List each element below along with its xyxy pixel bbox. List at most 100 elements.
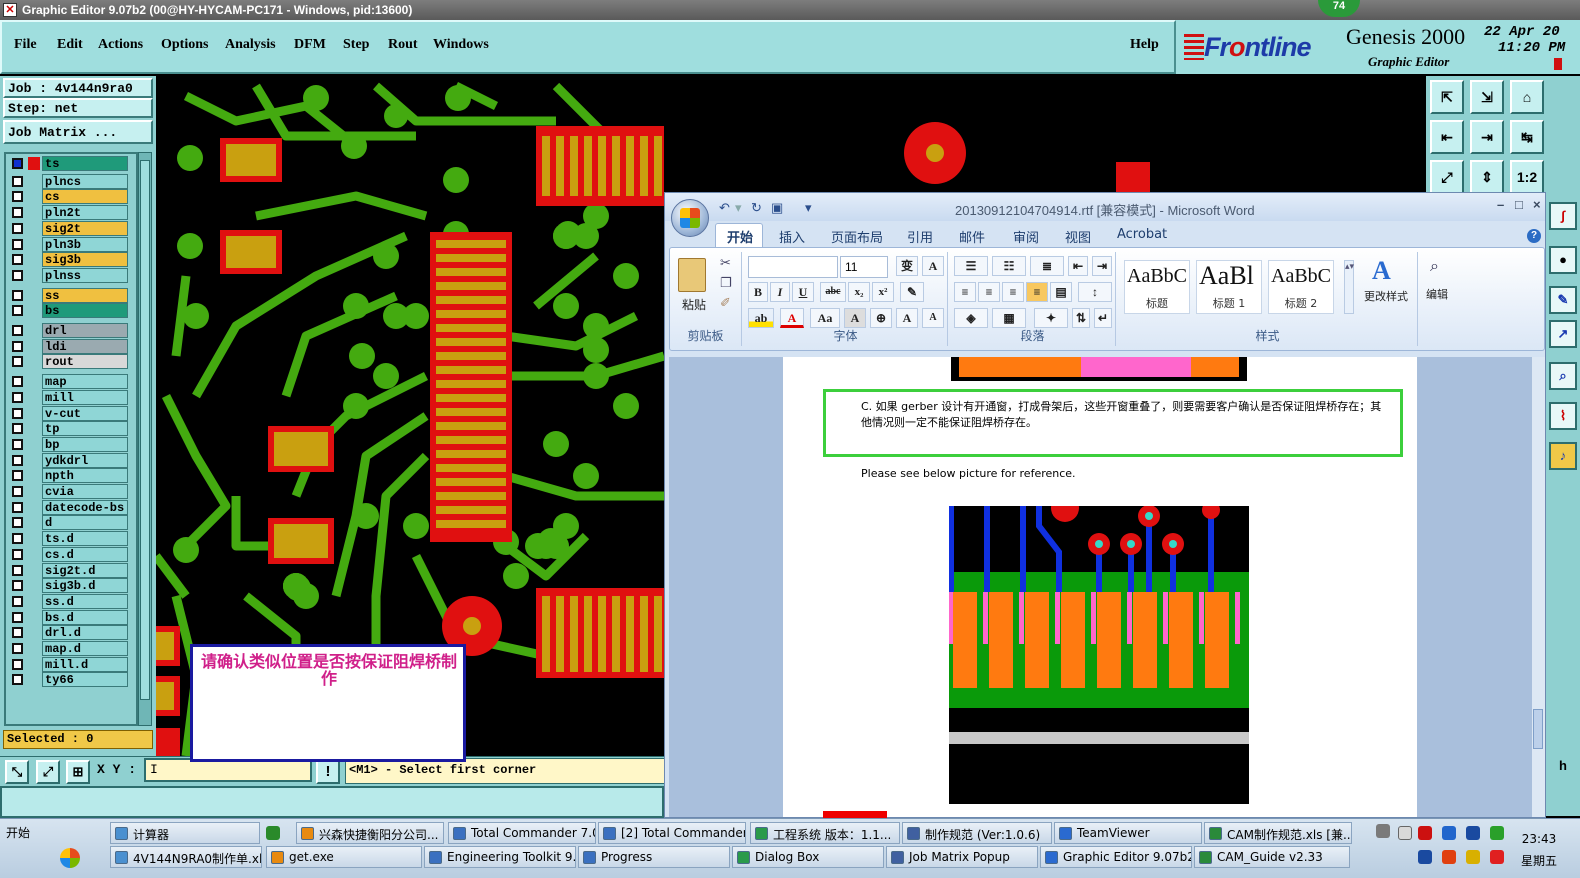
tab-0[interactable]: 开始 <box>727 227 753 246</box>
job-matrix-button[interactable]: Job Matrix ... <box>3 120 153 144</box>
prev-view-icon[interactable]: ⇤ <box>1430 120 1464 154</box>
taskbar-item[interactable]: Graphic Editor 9.07b2 (... <box>1040 846 1192 868</box>
layer-checkbox[interactable] <box>12 674 23 686</box>
char-shading-button[interactable]: A <box>844 308 866 328</box>
paste-icon[interactable] <box>678 258 706 292</box>
multilevel-button[interactable]: ≣ <box>1030 256 1064 276</box>
cut-icon[interactable]: ✂ <box>720 256 731 271</box>
document-scrollbar-thumb[interactable] <box>1533 709 1543 749</box>
layer-checkbox[interactable] <box>12 564 23 576</box>
layer-checkbox[interactable] <box>12 438 23 450</box>
layer-row[interactable]: bs <box>8 303 128 319</box>
layer-checkbox[interactable] <box>12 580 23 592</box>
layer-row[interactable]: ts <box>8 156 128 171</box>
layer-checkbox[interactable] <box>12 175 23 187</box>
taskbar-item[interactable]: 制作规范 (Ver:1.0.6) <box>902 822 1052 844</box>
layer-row[interactable]: pln2t <box>8 205 128 221</box>
taskbar-item[interactable]: 工程系统 版本：1.1... <box>750 822 900 844</box>
layer-row[interactable]: datecode-bs <box>8 499 128 515</box>
pan-icon[interactable]: ⤢ <box>36 760 60 784</box>
align-center-button[interactable]: ≡ <box>978 282 1000 302</box>
tab-6[interactable]: 视图 <box>1065 227 1091 246</box>
pan-vertical-icon[interactable]: ⇕ <box>1470 160 1504 194</box>
layer-checkbox[interactable] <box>12 643 23 654</box>
layer-checkbox[interactable] <box>12 340 23 352</box>
layer-row[interactable]: sig2t <box>8 220 128 236</box>
layer-row[interactable]: npth <box>8 468 128 484</box>
layer-row[interactable]: d <box>8 515 128 531</box>
style-1[interactable]: AaBl 标题 1 <box>1196 260 1262 314</box>
layer-checkbox[interactable] <box>12 423 23 435</box>
route-tool-icon[interactable]: ⌇ <box>1549 402 1577 430</box>
highlight-button[interactable]: ab <box>748 308 774 328</box>
grow-font-button[interactable]: A <box>896 308 918 328</box>
menu-step[interactable]: Step <box>343 37 369 53</box>
decrease-indent-button[interactable]: ⇤ <box>1068 256 1088 276</box>
change-styles-label[interactable]: 更改样式 <box>1356 288 1416 304</box>
align-right-button[interactable]: ≡ <box>1002 282 1024 302</box>
taskbar-item[interactable]: Progress <box>578 846 730 868</box>
taskbar-item[interactable]: 兴森快捷衡阳分公司... <box>296 822 444 844</box>
style-scroll-icon[interactable]: ▴▾ <box>1344 260 1354 314</box>
layer-row[interactable]: plnss <box>8 267 128 283</box>
link-tool-icon[interactable]: ↗ <box>1549 320 1577 348</box>
layer-checkbox[interactable] <box>12 391 23 403</box>
layer-checkbox[interactable] <box>12 501 23 513</box>
show-marks-button[interactable]: ↵ <box>1094 308 1112 328</box>
borders-button[interactable]: ▦ <box>992 308 1026 328</box>
dot-tool-icon[interactable]: ● <box>1549 246 1577 274</box>
taskbar-item[interactable]: get.exe <box>266 846 422 868</box>
menu-file[interactable]: File <box>14 37 37 53</box>
tab-4[interactable]: 邮件 <box>959 227 985 246</box>
layer-checkbox[interactable] <box>12 238 23 250</box>
annotation-popup[interactable]: 请确认类似位置是否按保证阻焊桥制作 <box>190 644 466 762</box>
layer-row[interactable]: drl.d <box>8 625 128 641</box>
layer-row[interactable]: drl <box>8 323 128 338</box>
layer-row[interactable]: ldi <box>8 338 128 354</box>
find-icon[interactable]: ⌕ <box>1430 256 1439 276</box>
clock[interactable]: 23:43 星期五 <box>1508 828 1570 872</box>
layer-row[interactable]: ts.d <box>8 531 128 547</box>
layer-checkbox[interactable] <box>12 325 23 336</box>
menu-rout[interactable]: Rout <box>388 37 418 53</box>
taskbar-item[interactable]: CAM_Guide v2.33 <box>1194 846 1350 868</box>
menu-actions[interactable]: Actions <box>98 37 143 53</box>
layer-row[interactable]: v-cut <box>8 405 128 421</box>
tray-f-icon[interactable] <box>1490 850 1504 864</box>
bold-button[interactable]: B <box>748 282 768 302</box>
layer-row[interactable]: pln3b <box>8 236 128 252</box>
layer-row[interactable]: bs.d <box>8 609 128 625</box>
layer-checkbox[interactable] <box>12 533 23 545</box>
layer-checkbox[interactable] <box>12 658 23 670</box>
copy-icon[interactable]: ❐ <box>720 276 732 291</box>
layer-checkbox[interactable] <box>12 548 23 560</box>
layer-checkbox[interactable] <box>12 305 23 317</box>
edit-label[interactable]: 编辑 <box>1426 286 1448 302</box>
home-icon[interactable]: ⌂ <box>1510 80 1544 114</box>
bullets-button[interactable]: ☰ <box>954 256 988 276</box>
layer-checkbox[interactable] <box>12 595 23 607</box>
numbering-button[interactable]: ☷ <box>992 256 1026 276</box>
layer-checkbox[interactable] <box>12 407 23 419</box>
layer-row[interactable]: ydkdrl <box>8 452 128 468</box>
layer-row[interactable]: ss.d <box>8 593 128 609</box>
layer-checkbox[interactable] <box>12 269 23 281</box>
network-icon[interactable] <box>1442 826 1456 840</box>
measure-tool-icon[interactable]: ♪ <box>1549 442 1577 470</box>
style-0[interactable]: AaBbC 标题 <box>1124 260 1190 314</box>
layer-row[interactable]: ss <box>8 287 128 303</box>
layer-row[interactable]: tp <box>8 421 128 437</box>
menu-dfm[interactable]: DFM <box>294 37 326 53</box>
shrink-font-button[interactable]: A <box>922 308 944 328</box>
menu-edit[interactable]: Edit <box>57 37 83 53</box>
distribute-button[interactable]: ▤ <box>1050 282 1072 302</box>
taskbar-item[interactable]: Job Matrix Popup <box>886 846 1038 868</box>
scale-icon[interactable]: 1:2 <box>1510 160 1544 194</box>
format-painter-icon[interactable]: ✐ <box>720 296 731 311</box>
line-spacing-button[interactable]: ↕ <box>1078 282 1112 302</box>
menu-options[interactable]: Options <box>161 37 208 53</box>
info-icon[interactable]: ! <box>316 760 340 784</box>
layer-checkbox[interactable] <box>12 289 23 301</box>
paste-label[interactable]: 粘贴 <box>682 296 706 313</box>
tab-2[interactable]: 页面布局 <box>831 227 883 246</box>
